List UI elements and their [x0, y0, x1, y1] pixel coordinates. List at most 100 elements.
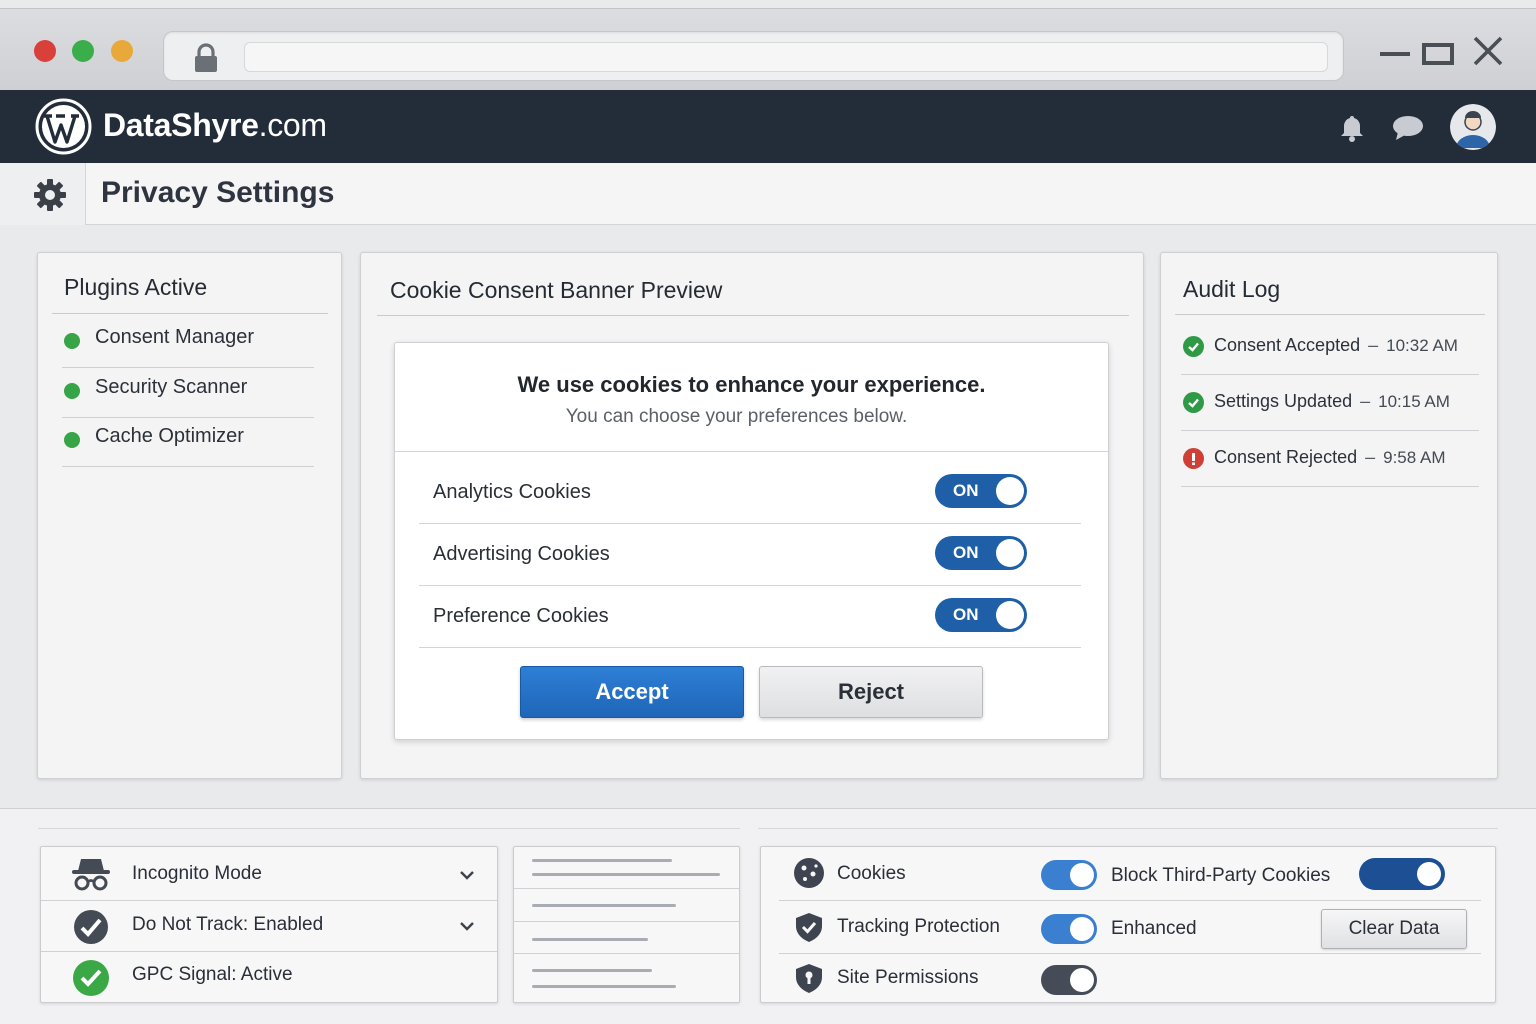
site-permissions-toggle[interactable]: [1041, 965, 1097, 995]
list-item[interactable]: [514, 922, 739, 954]
toggle-state: ON: [953, 543, 979, 562]
clear-data-button[interactable]: Clear Data: [1321, 909, 1467, 949]
site-name-main: DataShyre: [103, 107, 259, 143]
log-text: Settings Updated –10:15 AM: [1214, 391, 1450, 412]
enhanced-label: Enhanced: [1111, 918, 1197, 939]
log-separator: –: [1360, 391, 1371, 411]
page-title-bar: Privacy Settings: [0, 163, 1536, 225]
list-item[interactable]: [514, 954, 739, 1003]
chevron-down-icon[interactable]: [457, 916, 477, 936]
toggle-knob: [996, 477, 1024, 505]
chat-icon[interactable]: [1392, 112, 1424, 144]
wordpress-logo[interactable]: [35, 98, 92, 155]
placeholder-line: [532, 859, 672, 862]
log-entry[interactable]: Consent Accepted –10:32 AM: [1181, 319, 1479, 375]
log-entry[interactable]: Consent Rejected –9:58 AM: [1181, 431, 1479, 487]
close-icon[interactable]: [1470, 33, 1506, 69]
reject-button[interactable]: Reject: [759, 666, 983, 718]
log-time: 10:32 AM: [1386, 336, 1458, 355]
minimize-window-dot[interactable]: [111, 40, 133, 62]
log-time: 9:58 AM: [1383, 448, 1446, 467]
divider: [52, 313, 328, 314]
error-circle-icon: [1183, 448, 1204, 469]
plugin-label: Cache Optimizer: [95, 425, 244, 447]
settings-menu-toggle[interactable]: [0, 163, 86, 225]
status-dot: [64, 333, 80, 349]
shield-icon: [796, 913, 822, 942]
avatar-icon: [1450, 104, 1496, 150]
log-separator: –: [1368, 335, 1379, 355]
plugin-item[interactable]: Consent Manager: [62, 319, 314, 368]
block-third-party-label: Block Third-Party Cookies: [1111, 865, 1331, 886]
log-entry[interactable]: Settings Updated –10:15 AM: [1181, 375, 1479, 431]
incognito-label: Incognito Mode: [132, 863, 262, 884]
status-dot: [64, 383, 80, 399]
list-item[interactable]: [514, 847, 739, 889]
gear-icon: [34, 179, 66, 211]
do-not-track-row[interactable]: Do Not Track: Enabled: [41, 901, 497, 952]
cookies-toggle[interactable]: [1041, 860, 1097, 890]
address-bar[interactable]: [163, 31, 1344, 81]
gpc-label: GPC Signal: Active: [132, 964, 293, 985]
browser-chrome: [0, 8, 1536, 90]
log-text: Consent Rejected –9:58 AM: [1214, 447, 1445, 468]
plugins-panel: Plugins Active Consent Manager Security …: [37, 252, 342, 779]
plugin-item[interactable]: Cache Optimizer: [62, 418, 314, 467]
log-event: Consent Rejected: [1214, 447, 1358, 467]
placeholder-line: [532, 969, 652, 972]
toggle-state: ON: [953, 481, 979, 500]
preference-toggle[interactable]: ON: [935, 598, 1027, 632]
cookie-label: Advertising Cookies: [433, 543, 610, 565]
chevron-down-icon[interactable]: [457, 865, 477, 885]
placeholder-line: [532, 938, 648, 941]
log-text: Consent Accepted –10:32 AM: [1214, 335, 1458, 356]
user-avatar[interactable]: [1450, 104, 1496, 150]
incognito-icon: [72, 859, 110, 891]
divider: [1175, 314, 1485, 315]
placeholder-line: [532, 985, 676, 988]
close-window-dot[interactable]: [34, 40, 56, 62]
placeholder-list: [513, 846, 740, 1003]
placeholder-line: [532, 873, 720, 876]
divider: [377, 315, 1129, 316]
tracking-protection-label: Tracking Protection: [837, 916, 1000, 937]
plugin-item[interactable]: Security Scanner: [62, 369, 314, 418]
zoom-window-dot[interactable]: [72, 40, 94, 62]
browser-privacy-panel: Incognito Mode Do Not Track: Enabled GPC…: [40, 846, 498, 1003]
minimize-icon[interactable]: [1378, 33, 1414, 69]
analytics-toggle[interactable]: ON: [935, 474, 1027, 508]
advertising-toggle[interactable]: ON: [935, 536, 1027, 570]
block-third-party-toggle[interactable]: [1359, 858, 1445, 890]
cookie-banner: We use cookies to enhance your experienc…: [394, 342, 1109, 740]
site-permissions-label: Site Permissions: [837, 967, 979, 988]
url-input[interactable]: [244, 42, 1328, 72]
divider: [38, 828, 740, 829]
site-name[interactable]: DataShyre.com: [103, 107, 327, 144]
shield-check-icon: [74, 910, 108, 944]
tracking-protection-toggle[interactable]: [1041, 914, 1097, 944]
cookies-label: Cookies: [837, 863, 906, 884]
accept-button[interactable]: Accept: [520, 666, 744, 718]
maximize-icon[interactable]: [1420, 33, 1456, 69]
incognito-row[interactable]: Incognito Mode: [41, 847, 497, 901]
site-permissions-row: Site Permissions: [779, 954, 1481, 1003]
divider: [758, 828, 1498, 829]
cookie-row-preference: Preference Cookies ON: [419, 586, 1081, 648]
toggle-knob: [996, 601, 1024, 629]
toggle-knob: [1417, 862, 1441, 886]
preview-title: Cookie Consent Banner Preview: [390, 277, 723, 303]
bell-icon[interactable]: [1336, 112, 1368, 144]
site-settings-panel: Cookies Block Third-Party Cookies Tracki…: [760, 846, 1496, 1003]
toggle-knob: [1070, 917, 1094, 941]
page-title: Privacy Settings: [101, 176, 335, 209]
check-circle-icon: [1183, 392, 1204, 413]
lock-icon: [195, 43, 217, 72]
site-header: DataShyre.com: [0, 90, 1536, 163]
audit-title: Audit Log: [1183, 276, 1281, 302]
list-item[interactable]: [514, 889, 739, 922]
gpc-row[interactable]: GPC Signal: Active: [41, 952, 497, 1003]
status-dot: [64, 432, 80, 448]
banner-header: We use cookies to enhance your experienc…: [395, 343, 1108, 452]
plugins-title: Plugins Active: [64, 274, 208, 300]
toggle-knob: [1070, 863, 1094, 887]
